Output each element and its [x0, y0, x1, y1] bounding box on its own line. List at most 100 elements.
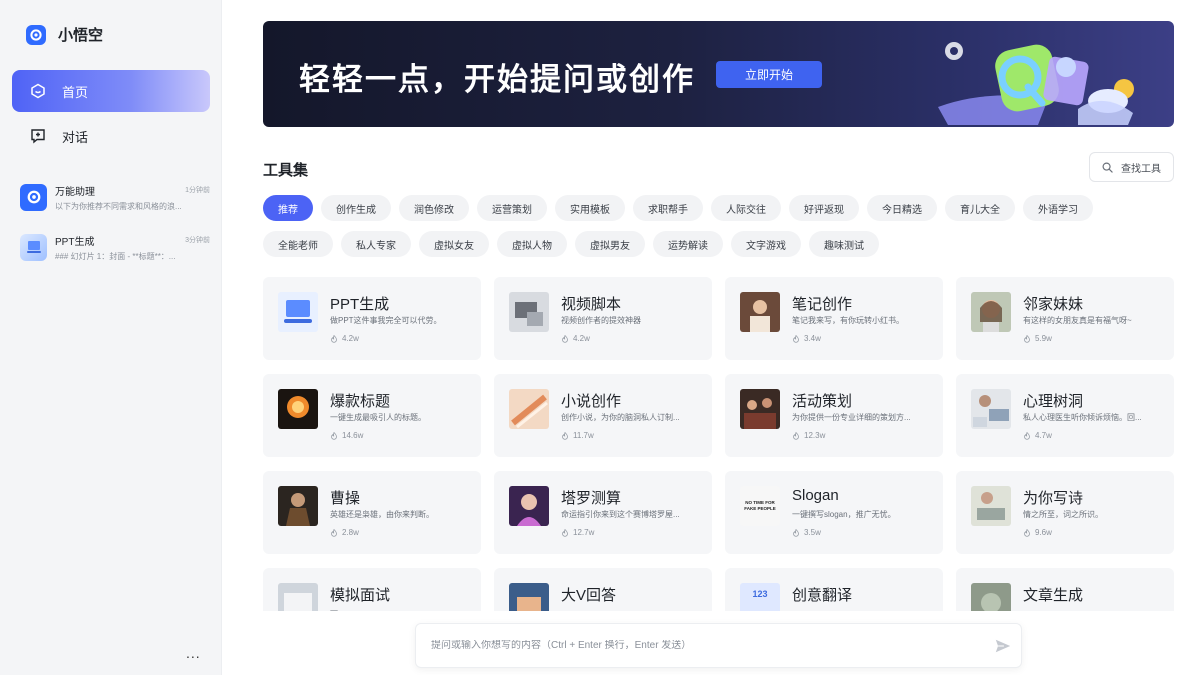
nav-item-home[interactable]: 首页	[12, 70, 210, 112]
tool-title: 笔记创作	[792, 296, 853, 313]
assistant-icon	[20, 183, 47, 211]
category-chip[interactable]: 好评返现	[789, 195, 859, 221]
tool-title: 文章生成	[1023, 587, 1084, 604]
tool-thumbnail: NO TIME FOR FAKE PEOPLE	[740, 486, 780, 526]
tool-card[interactable]: 文章生成	[956, 568, 1174, 611]
send-button[interactable]	[985, 631, 1021, 661]
tool-usage: 2.8w	[330, 528, 359, 537]
tool-usage: 14.6w	[330, 431, 363, 440]
start-now-button[interactable]: 立即开始	[716, 61, 822, 88]
translate-thumb-text: 123	[740, 583, 780, 611]
category-chip[interactable]: 虚拟人物	[497, 231, 567, 257]
tool-title: 小说创作	[561, 393, 622, 410]
tool-card[interactable]: 邻家妹妹 有这样的女朋友真是有福气呀~ 5.9w	[956, 277, 1174, 360]
category-chip[interactable]: 全能老师	[263, 231, 333, 257]
tool-description: 一键生成最吸引人的标题。	[330, 413, 426, 422]
tool-card[interactable]: 123 创意翻译	[725, 568, 943, 611]
category-chip[interactable]: 文字游戏	[731, 231, 801, 257]
tool-thumbnail	[278, 583, 318, 611]
tool-thumbnail	[278, 292, 318, 332]
fire-icon	[1024, 528, 1030, 537]
more-options-icon[interactable]: ...	[186, 645, 201, 661]
tool-card[interactable]: 心理树洞私人心理医生听你倾诉烦恼。回... 4.7w	[956, 374, 1174, 457]
chat-composer	[415, 623, 1022, 668]
tool-card[interactable]: PPT生成 做PPT这件事我完全可以代劳。 4.2w	[263, 277, 481, 360]
slogan-thumb-text: NO TIME FOR FAKE PEOPLE	[740, 486, 780, 526]
tool-description: 有这样的女朋友真是有福气呀~	[1023, 316, 1132, 325]
tool-card[interactable]: 爆款标题一键生成最吸引人的标题。 14.6w	[263, 374, 481, 457]
send-icon	[995, 639, 1011, 652]
category-chip[interactable]: 推荐	[263, 195, 313, 221]
tool-usage-count: 3.5w	[804, 528, 821, 537]
tool-card[interactable]: 塔罗测算 命运指引你来到这个赛博塔罗屋... 12.7w	[494, 471, 712, 554]
tool-card[interactable]: 为你写诗 情之所至，词之所识。 9.6w	[956, 471, 1174, 554]
category-chip[interactable]: 趣味测试	[809, 231, 879, 257]
tool-card[interactable]: 活动策划 为你提供一份专业详细的策划方... 12.3w	[725, 374, 943, 457]
history-title: PPT生成	[55, 236, 95, 248]
tool-card[interactable]: 笔记创作 笔记我来写，有你玩转小红书。 3.4w	[725, 277, 943, 360]
tool-thumbnail	[971, 486, 1011, 526]
tool-usage-count: 4.2w	[342, 334, 359, 343]
tool-usage: 5.9w	[1023, 334, 1052, 343]
category-chip[interactable]: 育儿大全	[945, 195, 1015, 221]
fire-icon	[1024, 334, 1030, 343]
tool-title: 爆款标题	[330, 393, 391, 410]
tool-thumbnail	[971, 583, 1011, 611]
tool-thumbnail	[509, 583, 549, 611]
history-item[interactable]: PPT生成 3分钟前 ### 幻灯片 1：封面 - **标题**：...	[20, 230, 210, 264]
fire-icon	[793, 334, 799, 343]
tool-card[interactable]: 视频脚本 视频创作者的提效神器 4.2w	[494, 277, 712, 360]
category-chip[interactable]: 虚拟女友	[419, 231, 489, 257]
tool-description: 私人心理医生听你倾诉烦恼。回...	[1023, 413, 1142, 422]
find-tool-button[interactable]: 查找工具	[1089, 152, 1174, 182]
tool-thumbnail	[971, 389, 1011, 429]
category-chip[interactable]: 今日精选	[867, 195, 937, 221]
tool-thumbnail	[509, 292, 549, 332]
category-chip[interactable]: 创作生成	[321, 195, 391, 221]
tool-title: 大V回答	[561, 587, 617, 604]
ppt-icon	[20, 233, 47, 261]
tool-thumbnail	[971, 292, 1011, 332]
category-chip[interactable]: 运营策划	[477, 195, 547, 221]
tool-title: 创意翻译	[792, 587, 853, 604]
category-chip[interactable]: 实用模板	[555, 195, 625, 221]
banner-title: 轻轻一点，开始提问或创作	[299, 62, 695, 97]
tool-usage: 4.7w	[1023, 431, 1052, 440]
tool-description: 英雄还是枭雄，由你来判断。	[330, 510, 434, 519]
tool-usage: 12.7w	[561, 528, 594, 537]
tool-usage-count: 4.2w	[573, 334, 590, 343]
tool-card[interactable]: 曹操 英雄还是枭雄，由你来判断。 2.8w	[263, 471, 481, 554]
category-chip[interactable]: 人际交往	[711, 195, 781, 221]
tool-card[interactable]: NO TIME FOR FAKE PEOPLE Slogan 一键撰写slogan，…	[725, 471, 943, 554]
category-chip[interactable]: 虚拟男友	[575, 231, 645, 257]
category-chip[interactable]: 外语学习	[1023, 195, 1093, 221]
chat-input[interactable]	[431, 640, 985, 651]
tool-title: 心理树洞	[1023, 393, 1084, 410]
tool-card[interactable]: 大V回答	[494, 568, 712, 611]
tool-title: 塔罗测算	[561, 490, 622, 507]
tool-usage-count: 12.7w	[573, 528, 595, 537]
category-chip[interactable]: 私人专家	[341, 231, 411, 257]
tool-card[interactable]: 小说创作 创作小说，为你的脑洞私人订制... 11.7w	[494, 374, 712, 457]
category-chip[interactable]: 求职帮手	[633, 195, 703, 221]
nav-item-chat[interactable]: 对话	[12, 115, 210, 157]
tool-usage-count: 4.7w	[1035, 431, 1052, 440]
tool-usage-count: 14.6w	[342, 431, 364, 440]
tool-title: 模拟面试	[330, 587, 391, 604]
tool-title: 为你写诗	[1023, 490, 1084, 507]
tool-description: 创作小说，为你的脑洞私人订制...	[561, 413, 680, 422]
fire-icon	[562, 431, 568, 440]
category-chip[interactable]: 运势解读	[653, 231, 723, 257]
tool-description: 一	[330, 606, 470, 611]
fire-icon	[331, 528, 337, 537]
category-chip[interactable]: 润色修改	[399, 195, 469, 221]
tool-card[interactable]: 模拟面试一	[263, 568, 481, 611]
history-item[interactable]: 万能助理 1分钟前 以下为你推荐不同需求和风格的浪...	[20, 180, 210, 214]
brand[interactable]: 小悟空	[26, 24, 103, 45]
fire-icon	[793, 528, 799, 537]
tool-thumbnail	[509, 486, 549, 526]
category-chips: 推荐 创作生成 润色修改 运营策划 实用模板 求职帮手 人际交往 好评返现 今日精选 育儿大全 外语…	[263, 195, 1123, 257]
tool-title: 活动策划	[792, 393, 853, 410]
tools-title: 工具集	[263, 162, 309, 179]
tool-usage-count: 3.4w	[804, 334, 821, 343]
